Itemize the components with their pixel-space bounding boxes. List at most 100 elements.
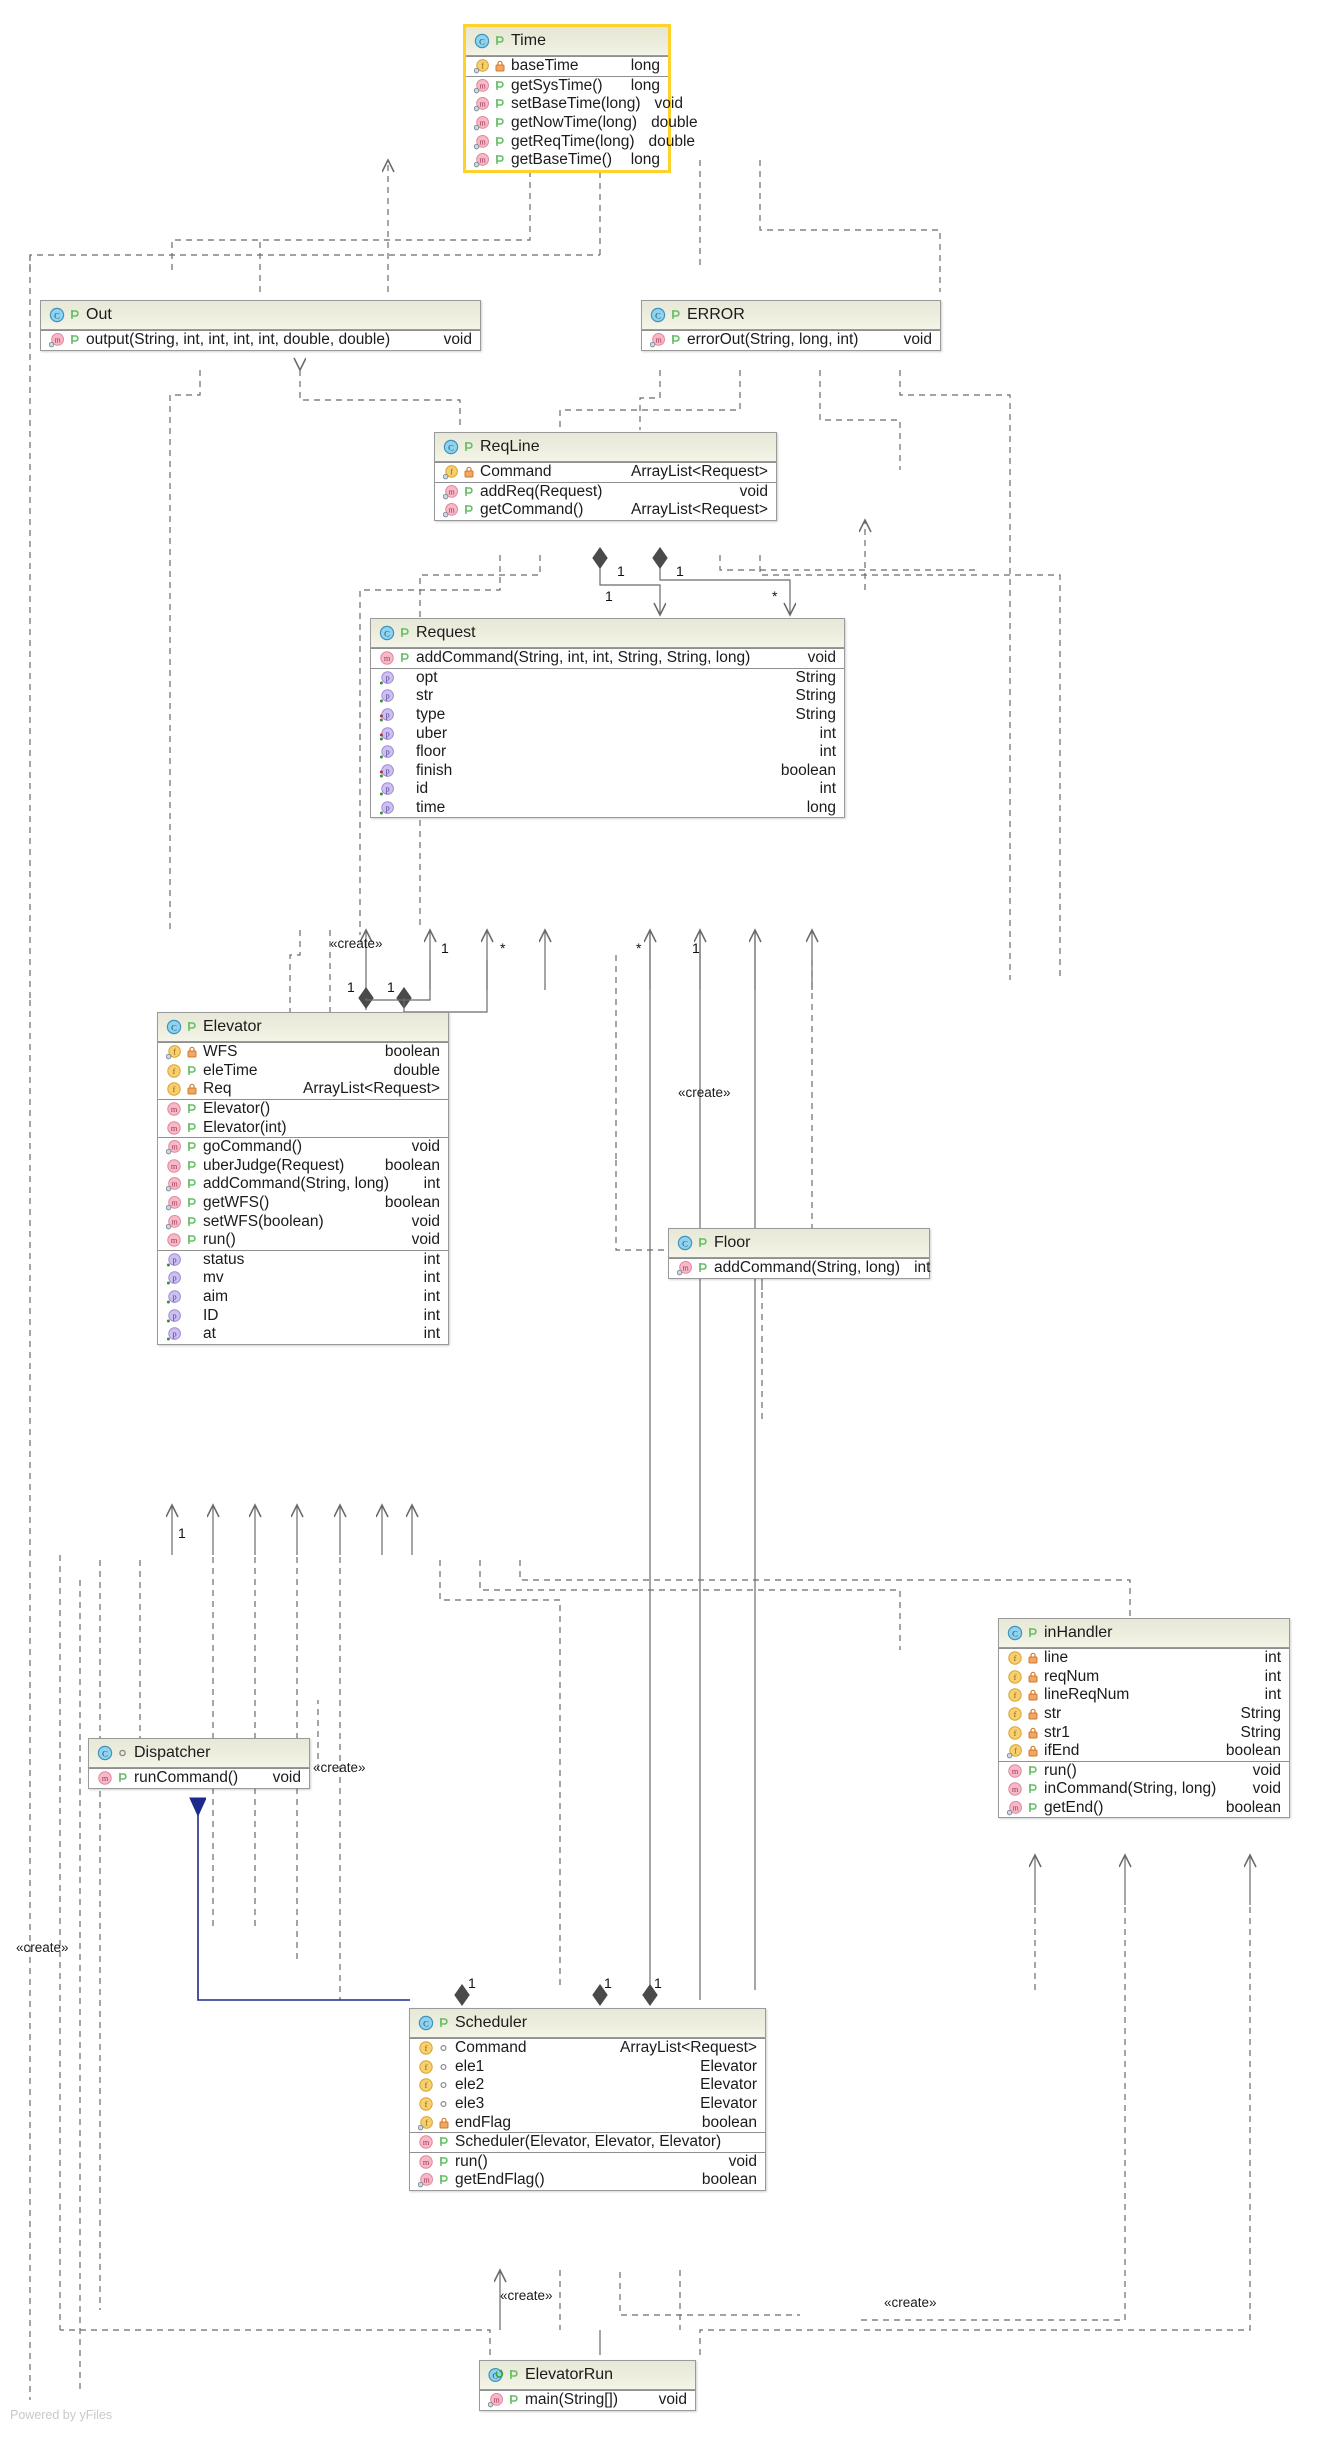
member-row[interactable]: f lineReqNum int [999, 1686, 1289, 1705]
class-name-label: ERROR [687, 306, 745, 323]
public-icon [185, 1232, 199, 1248]
class-node-elevatorrun[interactable]: C ElevatorRun m main(String[]) void [479, 2360, 696, 2411]
member-row[interactable]: m goCommand() void [158, 1138, 448, 1157]
private-lock-icon [437, 2115, 451, 2131]
multiplicity-label: 1 [604, 1975, 612, 1991]
class-node-dispatcher[interactable]: C Dispatcher m runCommand() void [88, 1738, 310, 1789]
member-section: p status int p mv int p aim int p ID int p at int [158, 1249, 448, 1344]
member-row[interactable]: m setBaseTime(long) void [466, 95, 683, 114]
member-row[interactable]: m main(String[]) void [480, 2391, 695, 2410]
member-row[interactable]: m addCommand(String, int, int, String, S… [371, 649, 844, 668]
member-row[interactable]: p str String [371, 687, 844, 706]
member-row[interactable]: f Req ArrayList<Request> [158, 1080, 448, 1099]
member-row[interactable]: m inCommand(String, long) void [999, 1780, 1289, 1799]
member-row[interactable]: p id int [371, 780, 844, 799]
member-name: aim [203, 1288, 228, 1306]
member-row[interactable]: f reqNum int [999, 1668, 1289, 1687]
member-row[interactable]: f eleTime double [158, 1062, 448, 1081]
member-row[interactable]: m getSysTime() long [466, 77, 668, 96]
member-row[interactable]: m uberJudge(Request) boolean [158, 1157, 448, 1176]
class-node-scheduler[interactable]: C Scheduler f Command ArrayList<Request> f… [409, 2008, 766, 2191]
public-icon [507, 2392, 521, 2408]
member-row[interactable]: f Command ArrayList<Request> [435, 463, 776, 482]
class-node-time[interactable]: C Time f baseTime long m getSysTime() lo… [463, 24, 698, 173]
member-row[interactable]: p floor int [371, 743, 844, 762]
member-row[interactable]: p opt String [371, 669, 844, 688]
class-node-inhandler[interactable]: C inHandler f line int f reqNum int f lineReq… [998, 1618, 1290, 1819]
member-row[interactable]: f ele2 Elevator [410, 2076, 765, 2095]
watermark-label: Powered by yFiles [10, 2408, 113, 2422]
member-type: Elevator [700, 2076, 757, 2094]
member-row[interactable]: f str1 String [999, 1723, 1289, 1742]
public-icon [462, 484, 476, 500]
member-row[interactable]: p aim int [158, 1288, 448, 1307]
member-row[interactable]: p time long [371, 799, 844, 818]
member-row[interactable]: p at int [158, 1325, 448, 1344]
member-row[interactable]: m Elevator(int) [158, 1118, 448, 1137]
member-row[interactable]: p finish boolean [371, 762, 844, 781]
member-row[interactable]: f ele3 Elevator [410, 2095, 765, 2114]
class-name-label: Out [86, 306, 112, 323]
member-row[interactable]: m getReqTime(long) double [466, 132, 695, 151]
member-row[interactable]: m addCommand(String, long) int [669, 1259, 930, 1278]
member-row[interactable]: p ID int [158, 1306, 448, 1325]
svg-text:m: m [479, 137, 486, 146]
class-node-out[interactable]: C Out m output(String, int, int, int, in… [40, 300, 481, 351]
member-row[interactable]: p mv int [158, 1269, 448, 1288]
member-row[interactable]: p type String [371, 706, 844, 725]
field-icon: f [1007, 1687, 1023, 1703]
member-row[interactable]: m getEnd() boolean [999, 1799, 1289, 1818]
member-row[interactable]: f endFlag boolean [410, 2113, 765, 2132]
svg-text:p: p [386, 711, 390, 720]
member-row[interactable]: m output(String, int, int, int, int, dou… [41, 331, 480, 350]
member-row[interactable]: f ele1 Elevator [410, 2058, 765, 2077]
member-name: addCommand(String, long) [203, 1175, 390, 1193]
class-node-reqline[interactable]: C ReqLine f Command ArrayList<Request> m… [434, 432, 777, 521]
member-row[interactable]: p status int [158, 1251, 448, 1270]
member-type: void [411, 1138, 440, 1156]
class-node-elevator[interactable]: C Elevator f WFS boolean f eleTime double f R… [157, 1012, 449, 1345]
member-row[interactable]: m errorOut(String, long, int) void [642, 331, 940, 350]
class-node-error[interactable]: C ERROR m errorOut(String, long, int) vo… [641, 300, 941, 351]
member-row[interactable]: f Command ArrayList<Request> [410, 2039, 765, 2058]
svg-text:m: m [171, 1180, 178, 1189]
class-node-floor[interactable]: C Floor m addCommand(String, long) int [668, 1228, 930, 1279]
svg-text:p: p [173, 1330, 177, 1339]
member-row[interactable]: m Scheduler(Elevator, Elevator, Elevator) [410, 2133, 765, 2152]
member-row[interactable]: p uber int [371, 724, 844, 743]
public-icon [493, 115, 507, 131]
member-type: void [411, 1231, 440, 1249]
member-name: getBaseTime() [511, 151, 613, 169]
member-row[interactable]: m setWFS(boolean) void [158, 1212, 448, 1231]
member-row[interactable]: f str String [999, 1705, 1289, 1724]
member-row[interactable]: f ifEnd boolean [999, 1742, 1289, 1761]
svg-text:m: m [448, 487, 455, 496]
member-row[interactable]: f WFS boolean [158, 1043, 448, 1062]
member-type: String [795, 668, 837, 686]
svg-text:m: m [171, 1124, 178, 1133]
member-row[interactable]: f line int [999, 1649, 1289, 1668]
member-row[interactable]: f baseTime long [466, 57, 668, 76]
member-row[interactable]: m runCommand() void [89, 1769, 309, 1788]
field-static-icon: f [443, 464, 459, 480]
svg-text:C: C [655, 310, 661, 320]
public-icon [462, 439, 476, 455]
member-row[interactable]: m getBaseTime() long [466, 151, 668, 170]
member-row[interactable]: m run() void [158, 1231, 448, 1250]
method-static-icon: m [488, 2392, 504, 2408]
member-row[interactable]: m run() void [410, 2153, 765, 2172]
member-row[interactable]: m run() void [999, 1762, 1289, 1781]
class-node-request[interactable]: C Request m addCommand(String, int, int,… [370, 618, 845, 819]
member-row[interactable]: m Elevator() [158, 1100, 448, 1119]
public-icon [1026, 1763, 1040, 1779]
member-row[interactable]: m getWFS() boolean [158, 1194, 448, 1213]
member-name: uberJudge(Request) [203, 1156, 345, 1174]
member-row[interactable]: m getEndFlag() boolean [410, 2171, 765, 2190]
member-name: Elevator(int) [203, 1118, 287, 1136]
member-row[interactable]: m addCommand(String, long) int [158, 1175, 448, 1194]
member-row[interactable]: m getNowTime(long) double [466, 114, 698, 133]
member-section: f line int f reqNum int f lineReqNum int f str S… [999, 1648, 1289, 1761]
member-row[interactable]: m getCommand() ArrayList<Request> [435, 501, 776, 520]
class-icon: C [474, 33, 490, 49]
member-row[interactable]: m addReq(Request) void [435, 483, 776, 502]
